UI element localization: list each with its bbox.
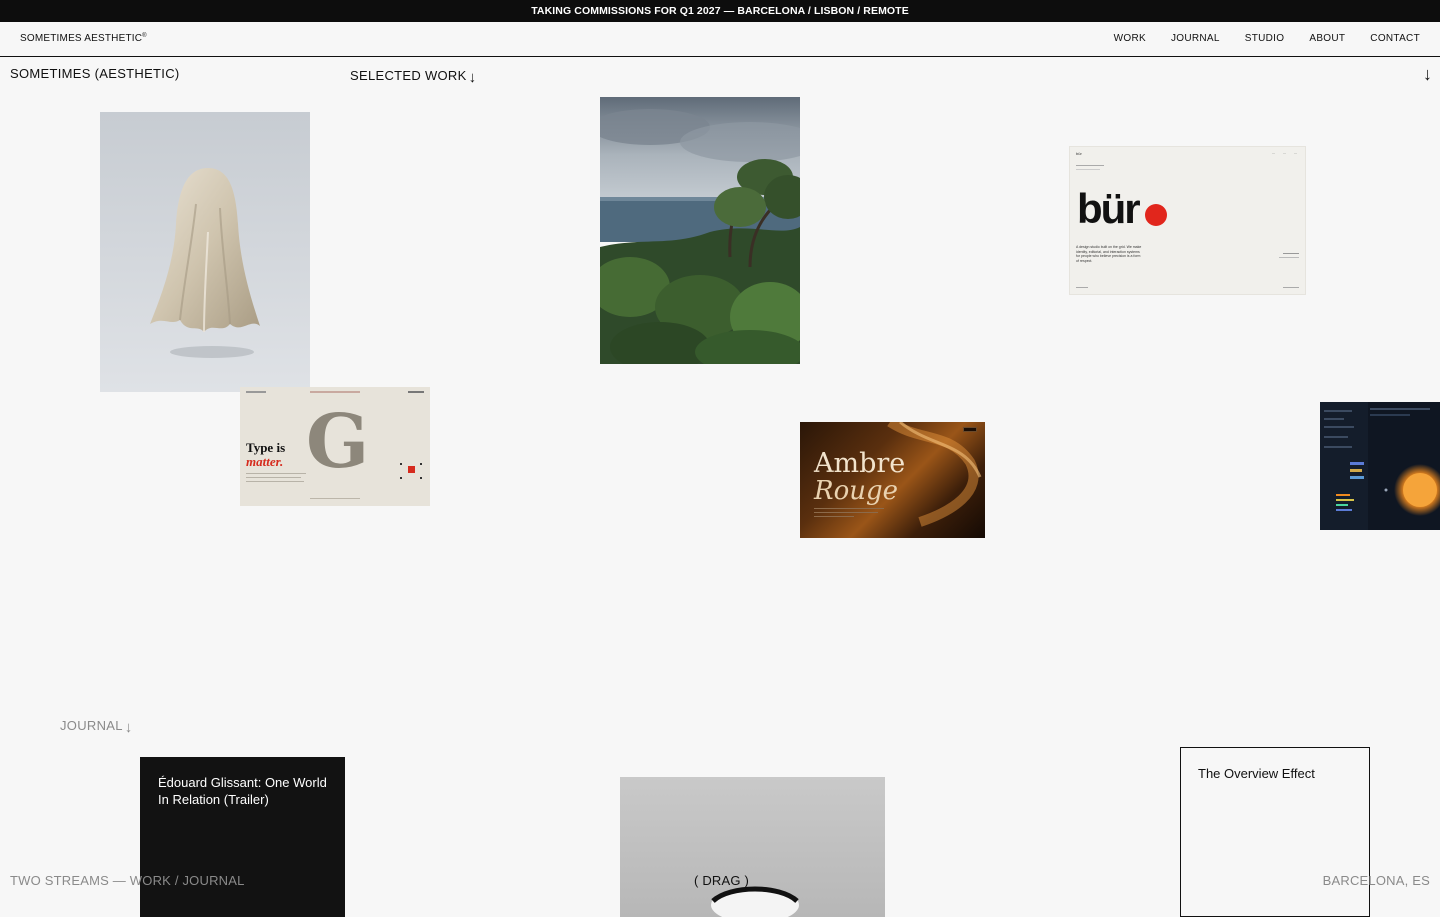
nav-link-journal[interactable]: JOURNAL [1171,33,1220,44]
buro-divider [1076,287,1088,288]
journal-card-glissant[interactable]: Édouard Glissant: One World In Relation … [140,757,345,917]
type-corner-dot [400,463,402,465]
journal-card-grey-photo[interactable] [620,777,885,917]
type-headline-accent: matter. [246,454,284,469]
brand-name: SOMETIMES AESTHETIC [20,33,143,44]
ambre-body-line [814,512,878,513]
buro-divider [1076,165,1104,166]
type-corner-dot [420,477,422,479]
type-red-square [408,466,415,473]
work-tile-coastal-landscape[interactable] [600,97,800,364]
ambre-title-line-2: Rouge [814,476,899,506]
top-navigation: SOMETIMES AESTHETIC® WORK JOURNAL STUDIO… [0,22,1440,57]
buro-mini-nav-item: — [1283,151,1286,155]
journal-card-title: The Overview Effect [1198,766,1315,781]
buro-divider [1076,169,1100,170]
nav-link-studio[interactable]: STUDIO [1245,33,1285,44]
arrow-down-icon: ↓ [468,69,477,86]
buro-tagline-line: of respect. [1076,258,1093,263]
nav-link-contact[interactable]: CONTACT [1370,33,1420,44]
buro-small-logo: bür [1076,151,1082,156]
buro-mini-nav-item: — [1272,151,1275,155]
location-caption: BARCELONA, ES [1322,873,1430,888]
type-body-line [246,481,304,482]
buro-divider [1283,253,1299,254]
announcement-text: TAKING COMMISSIONS FOR Q1 2027 — BARCELO… [531,5,909,17]
type-headline: Type is [246,440,286,455]
ambre-body-line [814,516,854,517]
work-tile-ghost-cloth[interactable] [100,112,310,392]
nav-link-work[interactable]: WORK [1114,33,1146,44]
type-mini-nav [246,391,266,393]
buro-mini-nav-item: — [1294,151,1297,155]
type-mini-nav [408,391,424,393]
selected-work-heading[interactable]: SELECTED WORK ↓ [350,68,476,85]
scroll-down-arrow-icon[interactable]: ↓ [1423,64,1432,85]
journal-heading[interactable]: JOURNAL ↓ [60,718,133,735]
type-corner-dot [400,477,402,479]
buro-divider [1279,257,1299,258]
nav-links: WORK JOURNAL STUDIO ABOUT CONTACT [1114,33,1420,44]
work-tile-buro[interactable]: bür — — — bür A design studio built on t… [1070,147,1305,294]
grey-object-image [711,886,799,917]
dashboard-sun-image [1320,402,1440,530]
selected-work-label: SELECTED WORK [350,68,467,83]
drag-hint: ( DRAG ) [694,873,750,888]
buro-mini-nav: — — — [1272,151,1297,155]
buro-divider [1283,287,1299,288]
type-footer-line [310,498,360,499]
buro-tagline: A design studio built on the grid. We ma… [1076,245,1171,263]
brand-logo[interactable]: SOMETIMES AESTHETIC® [20,33,147,44]
work-tile-type-is-matter[interactable]: G Type is matter. [240,387,430,506]
nav-link-about[interactable]: ABOUT [1309,33,1345,44]
type-corner-dot [420,463,422,465]
buro-red-dot [1145,204,1167,226]
ambre-menu-pill [963,427,977,432]
journal-card-overview-effect[interactable]: The Overview Effect [1180,747,1370,917]
type-body-line [246,477,301,478]
type-glyph: G [306,399,370,485]
site-title: SOMETIMES (AESTHETIC) [10,66,180,81]
registered-mark: ® [142,33,147,39]
type-mini-nav [310,391,360,393]
journal-card-title: Édouard Glissant: One World In Relation … [158,775,327,807]
work-tile-dark-dashboard[interactable] [1320,402,1440,530]
ambre-title-line-1: Ambre [814,448,906,479]
coastal-landscape-image [600,97,800,364]
buro-logo: bür [1077,185,1141,232]
streams-caption: TWO STREAMS — WORK / JOURNAL [10,873,245,888]
type-body-line [246,473,306,474]
announcement-banner: TAKING COMMISSIONS FOR Q1 2027 — BARCELO… [0,0,1440,22]
work-tile-ambre-rouge[interactable]: Ambre Rouge [800,422,985,538]
ambre-body-line [814,508,884,509]
journal-heading-label: JOURNAL [60,718,123,733]
arrow-down-icon: ↓ [124,719,133,736]
ghost-cloth-image [100,112,310,392]
